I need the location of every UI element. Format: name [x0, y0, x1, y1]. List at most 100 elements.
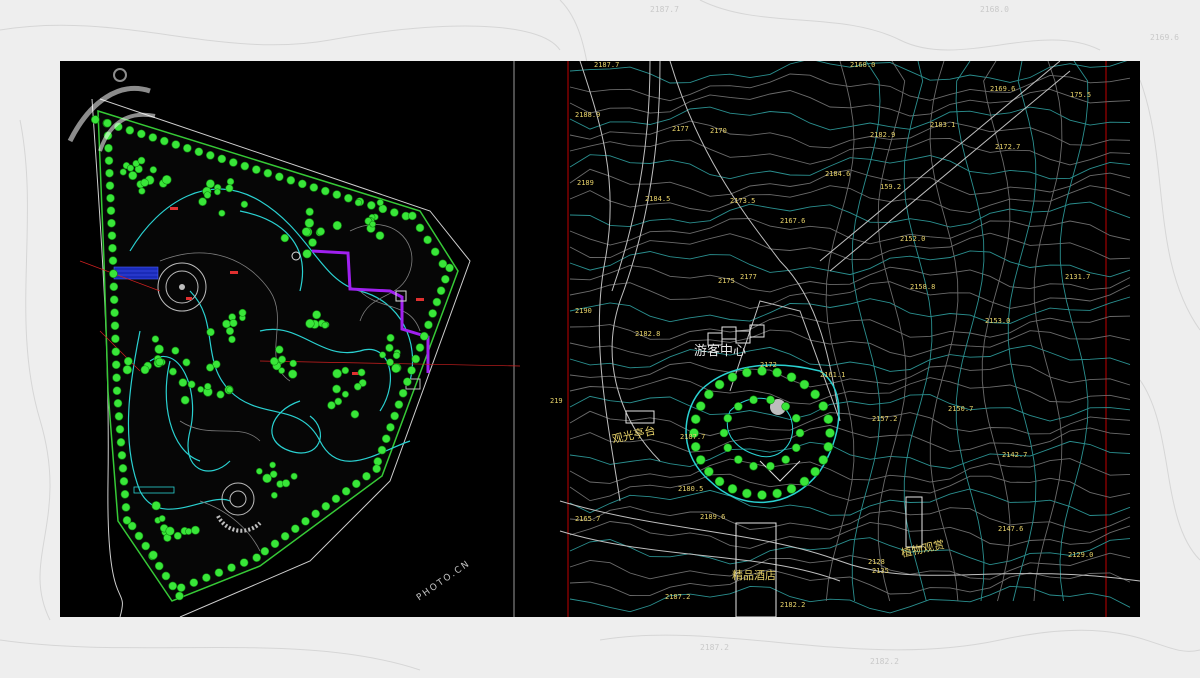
tree-icon: [742, 488, 752, 499]
tree-icon: [228, 335, 236, 344]
tree-icon: [262, 473, 272, 484]
cad-plan-drawing: 游客中心 观光亭台 精品酒店 植物观赏 2187.72188.92177 2170…: [79, 61, 1140, 617]
tree-icon: [810, 466, 820, 477]
elevation-label: 2129.0: [1068, 551, 1093, 559]
tree-icon: [115, 425, 125, 434]
tree-icon: [308, 238, 317, 247]
tree-icon: [218, 209, 226, 217]
tree-icon: [225, 184, 234, 193]
tree-icon: [810, 389, 820, 400]
tree-icon: [305, 318, 315, 329]
elevation-label: 2175: [718, 277, 735, 285]
tree-icon: [217, 154, 227, 164]
tree-icon: [109, 282, 119, 292]
tree-icon: [121, 503, 131, 512]
tree-icon: [280, 233, 289, 243]
tree-icon: [430, 247, 440, 257]
tree-icon: [390, 411, 399, 421]
tree-icon: [214, 188, 221, 196]
tree-icon: [191, 525, 200, 535]
tree-icon: [377, 445, 387, 455]
tree-icon: [332, 384, 341, 394]
elevation-label: 2172: [760, 361, 777, 369]
tree-icon: [301, 227, 311, 237]
elevation-label: 2180.5: [678, 485, 703, 493]
elevation-label: 2135: [872, 567, 889, 575]
tree-icon: [112, 373, 121, 383]
elevation-label: 2150.7: [948, 405, 973, 413]
tree-icon: [734, 455, 743, 464]
elevation-label: 2168.0: [850, 61, 875, 69]
elevation-label: 2165.7: [575, 515, 600, 523]
elevation-label: 2182.9: [870, 131, 895, 139]
tree-icon: [298, 179, 307, 189]
tree-icon: [106, 193, 115, 203]
tree-icon: [105, 181, 115, 190]
tree-icon: [818, 455, 829, 465]
tree-icon: [385, 343, 394, 352]
elevation-label: 2157.2: [872, 415, 897, 423]
tree-icon: [229, 158, 238, 167]
tree-icon: [128, 171, 138, 181]
tree-icon: [286, 176, 296, 185]
tree-icon: [825, 428, 835, 438]
tree-icon: [321, 321, 329, 329]
tree-icon: [436, 286, 446, 295]
tree-icon: [411, 354, 421, 364]
tree-icon: [154, 561, 164, 571]
tree-icon: [367, 201, 376, 210]
tree-icon: [734, 402, 743, 411]
tree-icon: [198, 197, 207, 206]
tree-icon: [690, 441, 701, 452]
tree-icon: [791, 443, 801, 453]
tree-icon: [344, 193, 353, 203]
tree-icon: [408, 211, 417, 221]
tree-icon: [238, 308, 247, 317]
tree-icon: [141, 541, 151, 551]
tree-icon: [183, 143, 192, 153]
tree-icon: [151, 335, 160, 343]
tree-icon: [799, 476, 810, 487]
tree-icon: [823, 414, 834, 425]
tree-icon: [203, 191, 212, 199]
elevation-label: 2187.7: [594, 61, 619, 69]
tree-icon: [749, 461, 758, 471]
elevation-label: 2161.1: [820, 371, 845, 379]
tree-icon: [202, 573, 211, 582]
elevation-label: 2182.2: [780, 601, 805, 609]
tree-icon: [111, 334, 120, 344]
tree-icon: [398, 388, 408, 398]
tree-icon: [113, 399, 123, 408]
nipic-logo-icon: [67, 68, 156, 152]
elevation-label: 2188.9: [575, 111, 600, 119]
elevation-label: 2147.6: [998, 525, 1023, 533]
park-boundary: [97, 109, 459, 602]
tree-icon: [112, 386, 122, 396]
tree-icon: [781, 402, 790, 411]
tree-icon: [311, 509, 320, 519]
tree-icon: [357, 368, 366, 377]
elevation-label: 2131.7: [1065, 273, 1090, 281]
tree-icon: [111, 347, 121, 357]
tree-icon: [373, 457, 383, 466]
tree-icon: [122, 365, 132, 375]
label-boutique-hotel: 精品酒店: [732, 568, 776, 582]
tree-icon: [304, 218, 315, 228]
tree-icon: [288, 369, 298, 379]
tree-icon: [225, 326, 235, 336]
tree-icon: [332, 220, 342, 231]
tree-icon: [301, 516, 310, 526]
tree-icon: [302, 249, 312, 259]
tree-icon: [240, 161, 250, 171]
tree-icon: [823, 441, 834, 452]
tree-icon: [795, 428, 805, 438]
tree-icon: [331, 494, 341, 504]
tree-icon: [204, 382, 212, 391]
tree-icon: [327, 401, 336, 410]
svg-text:2187.2: 2187.2: [700, 643, 729, 652]
elevation-label: 2177: [672, 125, 689, 133]
svg-text:2182.2: 2182.2: [870, 657, 899, 666]
tree-icon: [749, 395, 758, 405]
tree-icon: [316, 227, 325, 236]
tree-icon: [321, 186, 330, 196]
